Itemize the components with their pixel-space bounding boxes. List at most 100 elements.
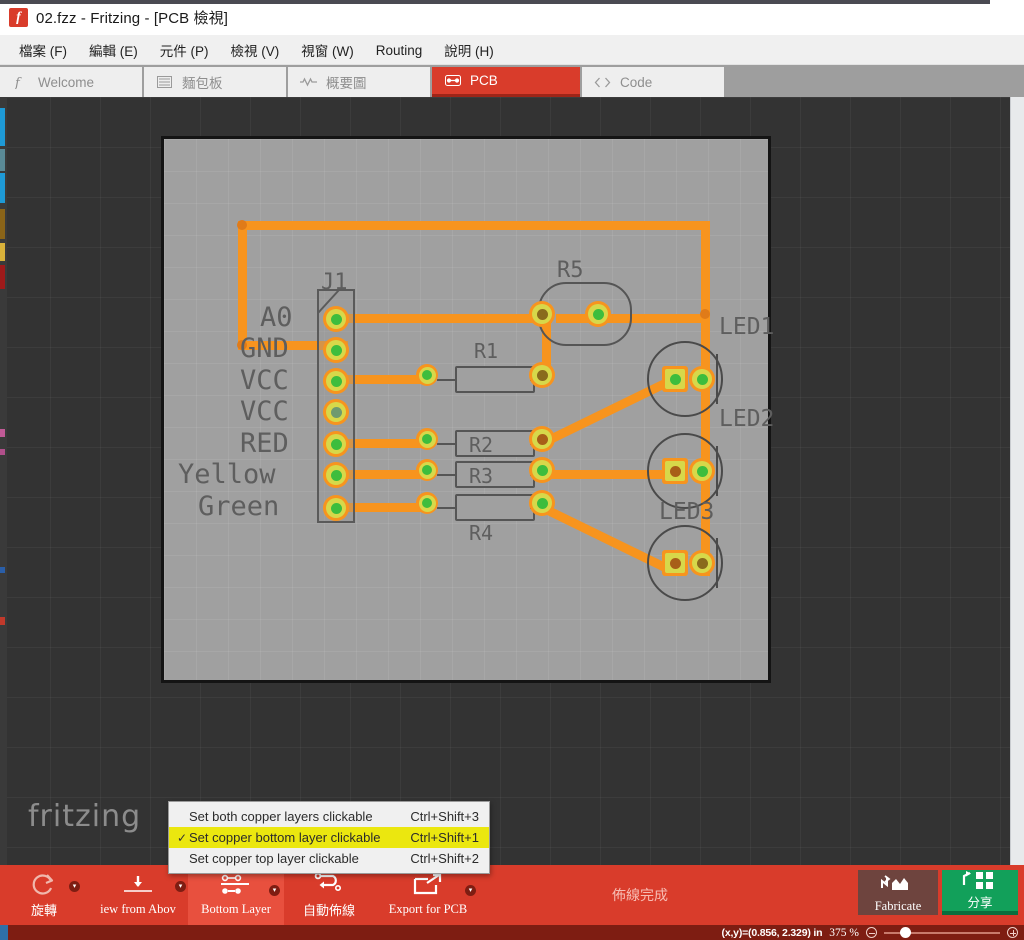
pad-r3-left[interactable]	[416, 459, 438, 481]
rotate-caret-icon[interactable]: ▾	[69, 881, 80, 892]
zoom-slider[interactable]	[884, 927, 1000, 938]
menu-bar: 檔案 (F) 編輯 (E) 元件 (P) 檢視 (V) 視窗 (W) Routi…	[0, 36, 1024, 65]
ctx-item-both-layers[interactable]: Set both copper layers clickable Ctrl+Sh…	[169, 806, 489, 827]
tab-pcb[interactable]: PCB	[432, 67, 580, 97]
fritzing-f-icon: f	[12, 75, 29, 89]
menu-edit[interactable]: 編輯 (E)	[78, 36, 149, 64]
tab-breadboard[interactable]: 麵包板	[144, 67, 286, 97]
menu-view[interactable]: 檢視 (V)	[220, 36, 291, 64]
ctx-accel-top: Ctrl+Shift+2	[410, 851, 479, 866]
silk-gnd: GND	[240, 333, 289, 364]
pad-j1-6[interactable]	[323, 462, 349, 488]
pad-r5-left[interactable]	[529, 301, 555, 327]
export-for-pcb-label: Export for PCB	[388, 902, 468, 916]
zoom-level: 375 %	[829, 926, 859, 939]
statusbar-left-accent	[0, 925, 8, 940]
pad-led2-cathode[interactable]	[689, 458, 715, 484]
pcb-board[interactable]: J1 A0 GND VCC VCC RED Yellow Green R1 R2…	[161, 136, 775, 683]
ctx-item-bottom-layer[interactable]: ✓ Set copper bottom layer clickable Ctrl…	[169, 827, 489, 848]
pad-r4-left[interactable]	[416, 492, 438, 514]
trace-top-rail[interactable]	[238, 221, 705, 230]
r3-body	[455, 461, 535, 488]
silk-r3: R3	[469, 464, 494, 488]
silk-led3: LED3	[659, 499, 715, 525]
pad-j1-1[interactable]	[323, 306, 349, 332]
pad-r4-right[interactable]	[529, 490, 555, 516]
canvas-vertical-scrollbar[interactable]	[1010, 97, 1024, 865]
menu-routing[interactable]: Routing	[365, 39, 434, 62]
ctx-item-top-layer[interactable]: Set copper top layer clickable Ctrl+Shif…	[169, 848, 489, 869]
pad-led2-anode[interactable]	[662, 458, 688, 484]
menu-file[interactable]: 檔案 (F)	[8, 36, 78, 64]
led3-flat	[716, 538, 718, 588]
parts-bin-sliver[interactable]	[0, 97, 7, 865]
rotate-button[interactable]: ▾ 旋轉	[0, 865, 88, 925]
export-for-pcb-button[interactable]: ▾ Export for PCB	[374, 865, 482, 925]
fabricate-label: Fabricate	[874, 899, 922, 913]
pcb-icon	[444, 74, 461, 88]
ctx-accel-both: Ctrl+Shift+3	[410, 809, 479, 824]
pad-r2-right[interactable]	[529, 426, 555, 452]
view-from-above-label: iew from Abov	[100, 902, 176, 916]
bendpoint-led1-junction[interactable]	[700, 309, 710, 319]
bottom-toolbar: ▾ 旋轉 ▾ iew from Abov ▾ Bottom Layer 自動佈線…	[0, 865, 1024, 925]
menu-window[interactable]: 視窗 (W)	[290, 36, 364, 64]
rotate-label: 旋轉	[30, 903, 57, 918]
view-from-above-button[interactable]: ▾ iew from Abov	[88, 865, 188, 925]
breadboard-icon	[156, 75, 173, 89]
share-label: 分享	[967, 896, 993, 910]
tab-schematic[interactable]: 概要圖	[288, 67, 430, 97]
copper-layer-context-menu[interactable]: Set both copper layers clickable Ctrl+Sh…	[168, 801, 490, 874]
routing-status-text: 佈線完成	[612, 887, 668, 903]
silk-yellow: Yellow	[178, 459, 276, 490]
led1-flat	[716, 354, 718, 404]
view-from-above-caret-icon[interactable]: ▾	[175, 881, 186, 892]
silk-r5: R5	[557, 258, 584, 283]
trace-a0-to-r5[interactable]	[334, 314, 552, 323]
pcb-canvas[interactable]: J1 A0 GND VCC VCC RED Yellow Green R1 R2…	[0, 97, 1010, 865]
pad-r5-right[interactable]	[585, 301, 611, 327]
silk-a0: A0	[260, 302, 293, 333]
pad-j1-2[interactable]	[323, 337, 349, 363]
silk-r1: R1	[474, 339, 499, 363]
pad-led1-anode[interactable]	[662, 366, 688, 392]
tab-breadboard-label: 麵包板	[182, 76, 223, 91]
pad-r3-right[interactable]	[529, 457, 555, 483]
cursor-coordinates: (x,y)=(0.856, 2.329) in	[721, 926, 823, 939]
ctx-label-top: Set copper top layer clickable	[189, 851, 359, 866]
share-button[interactable]: 分享	[942, 870, 1018, 915]
pad-j1-4[interactable]	[323, 399, 349, 425]
pad-r2-left[interactable]	[416, 428, 438, 450]
bottom-layer-caret-icon[interactable]: ▾	[269, 885, 280, 896]
menu-part[interactable]: 元件 (P)	[149, 36, 220, 64]
bendpoint-top-left[interactable]	[237, 220, 247, 230]
plus-circle-icon[interactable]	[1007, 927, 1018, 938]
pad-j1-5[interactable]	[323, 431, 349, 457]
menu-help[interactable]: 說明 (H)	[433, 36, 505, 64]
tab-welcome[interactable]: f Welcome	[0, 67, 142, 97]
zoom-slider-knob[interactable]	[900, 927, 911, 938]
autoroute-icon	[313, 871, 345, 897]
pad-r1-right[interactable]	[529, 362, 555, 388]
export-caret-icon[interactable]: ▾	[465, 885, 476, 896]
trace-left-vertical[interactable]	[238, 221, 247, 345]
svg-text:f: f	[15, 76, 22, 89]
r1-body	[455, 366, 535, 393]
minus-circle-icon[interactable]	[866, 927, 877, 938]
bottom-layer-button[interactable]: ▾ Bottom Layer	[188, 865, 284, 925]
fabricate-button[interactable]: Fabricate	[858, 870, 938, 915]
pad-led3-anode[interactable]	[662, 550, 688, 576]
silk-led1: LED1	[719, 314, 775, 340]
silk-r4: R4	[469, 521, 494, 545]
ctx-label-bottom: Set copper bottom layer clickable	[189, 830, 381, 845]
pad-r1-left[interactable]	[416, 364, 438, 386]
autoroute-button[interactable]: 自動佈線	[284, 865, 374, 925]
pad-j1-3[interactable]	[323, 368, 349, 394]
pad-led1-cathode[interactable]	[689, 366, 715, 392]
tab-pcb-label: PCB	[470, 73, 498, 88]
pad-led3-cathode[interactable]	[689, 550, 715, 576]
pad-j1-7[interactable]	[323, 495, 349, 521]
fritzing-watermark: fritzing	[28, 799, 142, 834]
r4-body	[455, 494, 535, 521]
tab-code[interactable]: Code	[582, 67, 724, 97]
